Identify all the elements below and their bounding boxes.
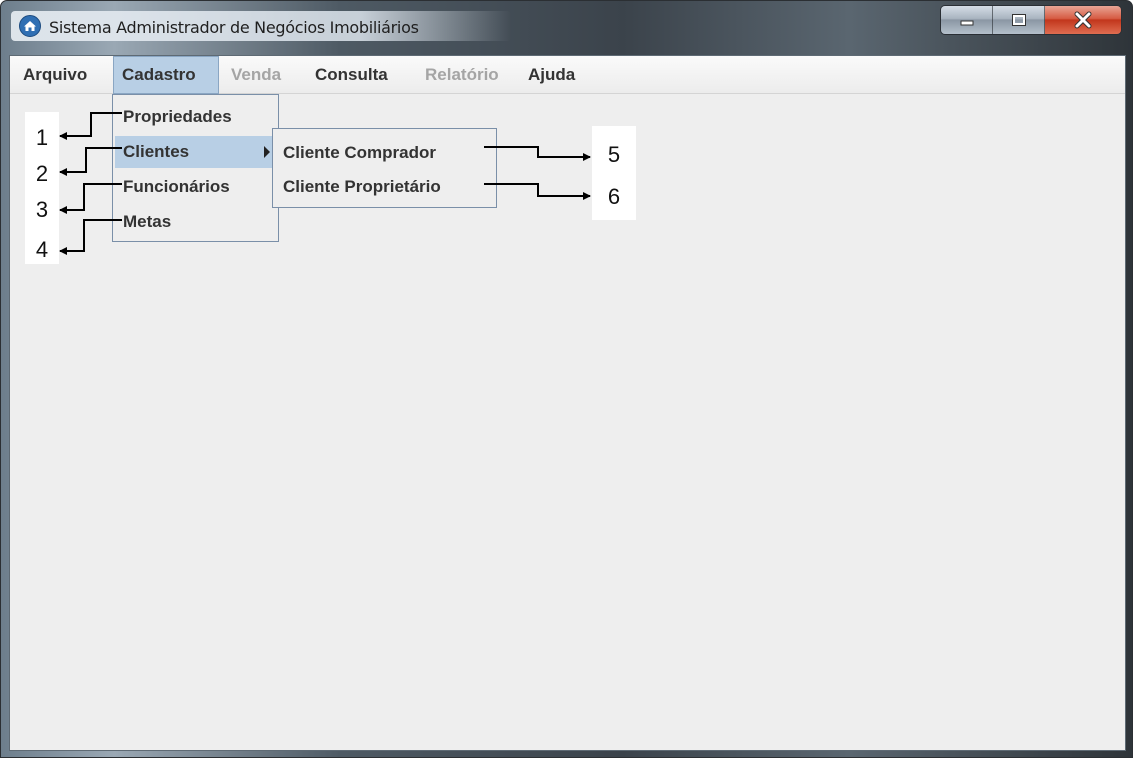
menu-bar: Arquivo Cadastro Venda Consulta Relatóri… xyxy=(10,56,1125,94)
menu-item-clientes-label: Clientes xyxy=(123,142,190,161)
clientes-submenu: Cliente Comprador Cliente Proprietário xyxy=(272,128,497,208)
menu-item-metas[interactable]: Metas xyxy=(115,206,276,238)
maximize-button[interactable] xyxy=(993,6,1045,34)
minimize-button[interactable] xyxy=(941,6,993,34)
menu-item-propriedades[interactable]: Propriedades xyxy=(115,101,276,133)
annotation-label-1: 1 xyxy=(25,112,59,150)
menu-item-cliente-comprador[interactable]: Cliente Comprador xyxy=(275,137,494,169)
annotation-label-3: 3 xyxy=(25,184,59,222)
annotation-label-6: 6 xyxy=(592,168,636,220)
client-area: Arquivo Cadastro Venda Consulta Relatóri… xyxy=(9,55,1126,751)
menu-item-clientes[interactable]: Clientes xyxy=(115,136,276,168)
menu-venda[interactable]: Venda xyxy=(223,56,289,94)
window-controls xyxy=(940,5,1122,35)
minimize-icon xyxy=(960,20,973,26)
submenu-arrow-icon xyxy=(264,146,270,158)
menu-cadastro[interactable]: Cadastro xyxy=(113,56,219,94)
annotation-label-2: 2 xyxy=(25,148,59,186)
menu-ajuda[interactable]: Ajuda xyxy=(520,56,583,94)
annotation-label-4: 4 xyxy=(25,220,59,264)
house-icon xyxy=(19,15,41,37)
close-button[interactable] xyxy=(1045,6,1121,34)
menu-consulta[interactable]: Consulta xyxy=(307,56,396,94)
menu-arquivo[interactable]: Arquivo xyxy=(15,56,95,94)
cadastro-dropdown: Propriedades Clientes Funcionários Metas xyxy=(112,94,279,242)
maximize-icon xyxy=(1011,14,1026,26)
title-bar[interactable]: Sistema Administrador de Negócios Imobil… xyxy=(1,1,1132,55)
window-title: Sistema Administrador de Negócios Imobil… xyxy=(49,18,419,37)
menu-item-funcionarios[interactable]: Funcionários xyxy=(115,171,276,203)
annotation-label-5: 5 xyxy=(592,126,636,168)
menu-relatorio[interactable]: Relatório xyxy=(417,56,507,94)
application-window: Sistema Administrador de Negócios Imobil… xyxy=(0,0,1133,758)
menu-item-cliente-proprietario[interactable]: Cliente Proprietário xyxy=(275,171,494,203)
close-icon xyxy=(1074,11,1092,29)
